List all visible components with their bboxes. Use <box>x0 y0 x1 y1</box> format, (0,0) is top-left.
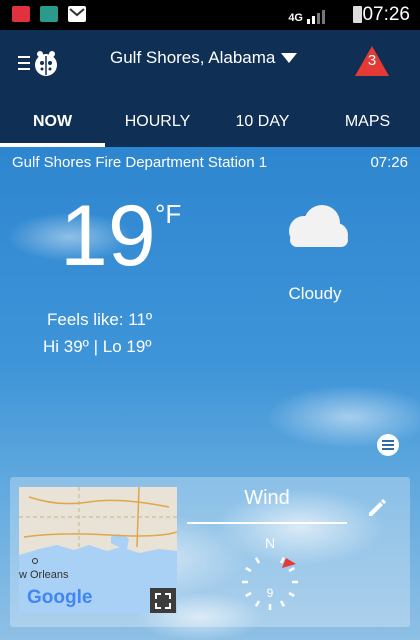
wind-direction-label: N <box>264 535 276 551</box>
current-conditions-panel: Gulf Shores Fire Department Station 1 07… <box>0 147 420 640</box>
hi-lo: Hi 39º | Lo 19º <box>43 337 152 356</box>
location-label: Gulf Shores, Alabama <box>110 48 276 67</box>
tab-now[interactable]: NOW <box>0 97 105 147</box>
compass-tick <box>254 557 261 564</box>
wind-divider <box>187 522 347 524</box>
signal-bar-icon <box>307 19 310 24</box>
notification-app-icon <box>12 6 30 22</box>
compass-tick <box>254 600 261 607</box>
location-selector[interactable]: Gulf Shores, Alabama <box>110 48 298 68</box>
wind-title: Wind <box>244 487 290 509</box>
signal-indicators: 4G <box>288 6 325 24</box>
gmail-icon <box>68 6 86 22</box>
battery-icon <box>353 6 362 23</box>
alert-count: 3 <box>367 52 377 69</box>
compass-tick <box>288 591 295 598</box>
network-type-label: 4G <box>288 12 303 24</box>
menu-icon[interactable] <box>18 48 62 80</box>
compass-tick <box>288 566 295 573</box>
tab-maps[interactable]: MAPS <box>315 97 420 147</box>
current-temperature: 19 <box>60 188 156 284</box>
compass-tick <box>279 600 286 607</box>
feels-like: Feels like: 11º <box>47 310 153 329</box>
compass-tick <box>245 566 252 573</box>
dropdown-caret-icon <box>281 53 298 63</box>
temperature-unit: °F <box>155 199 182 229</box>
edit-pencil-icon[interactable] <box>366 497 388 519</box>
map-wind-card: w Orleans Google Wind N 9 <box>10 477 410 627</box>
tab-10-day[interactable]: 10 DAY <box>210 97 315 147</box>
condition-label: Cloudy <box>288 284 342 303</box>
app-header: Gulf Shores, Alabama 3 <box>0 30 420 97</box>
observation-time: 07:26 <box>370 154 408 171</box>
expand-map-button[interactable] <box>150 588 176 613</box>
cloud-icon <box>289 205 348 247</box>
mini-map[interactable]: w Orleans Google <box>19 487 177 613</box>
signal-bar-icon <box>312 16 315 24</box>
station-name[interactable]: Gulf Shores Fire Department Station 1 <box>12 154 267 171</box>
signal-bar-icon <box>317 13 320 24</box>
status-bar: 4G 07:26 <box>0 0 420 30</box>
status-time: 07:26 <box>362 4 410 25</box>
details-list-icon[interactable] <box>376 433 400 457</box>
email-notification-icon <box>40 6 58 22</box>
tab-bar: NOW HOURLY 10 DAY MAPS <box>0 97 420 147</box>
map-city-label: w Orleans <box>19 569 69 581</box>
google-logo: Google <box>27 587 93 608</box>
signal-bar-icon <box>322 10 325 24</box>
wind-speed: 9 <box>266 586 274 600</box>
compass-tick <box>245 591 252 598</box>
tab-hourly[interactable]: HOURLY <box>105 97 210 147</box>
compass-tick <box>279 557 286 564</box>
